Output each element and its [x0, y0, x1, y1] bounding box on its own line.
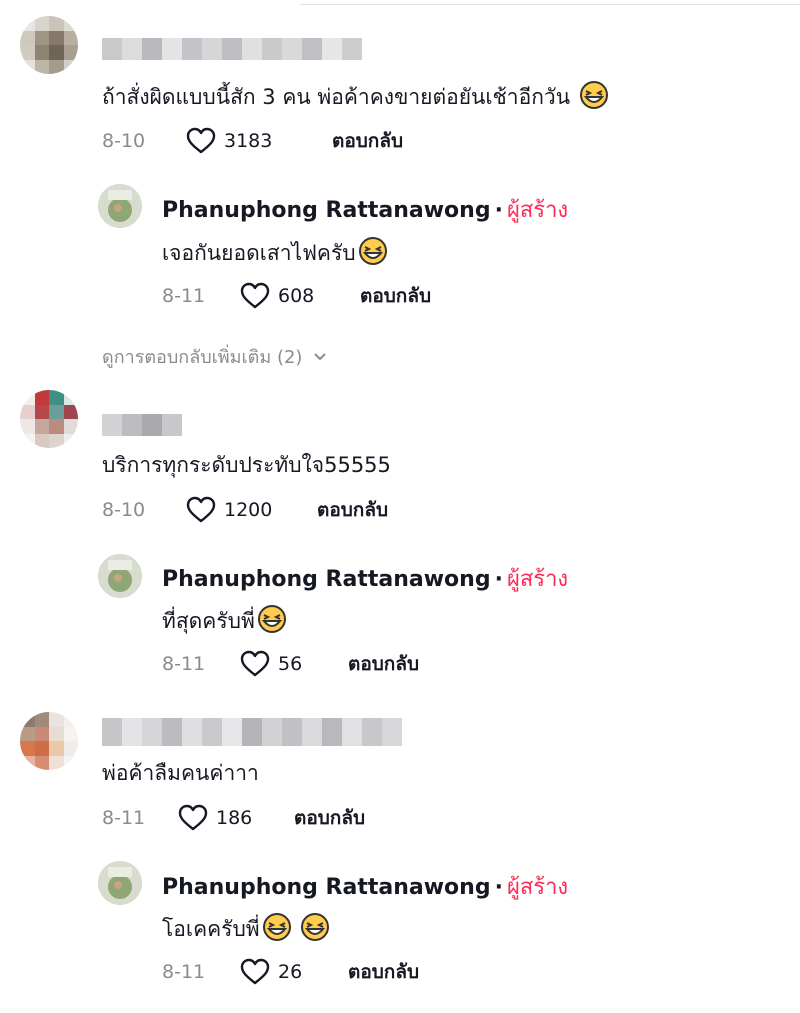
comment-date: 8-11 [102, 807, 146, 829]
reply-button[interactable]: ตอบกลับ [348, 957, 419, 987]
separator-dot: · [494, 875, 503, 900]
comment-meta: 8-10 1200 ตอบกลับ [102, 495, 388, 525]
heart-outline-icon[interactable] [186, 127, 216, 155]
like-count: 186 [216, 807, 253, 829]
creator-avatar[interactable] [98, 554, 142, 598]
reply-date: 8-11 [162, 961, 206, 983]
heart-outline-icon[interactable] [240, 650, 270, 678]
reply-button[interactable]: ตอบกลับ [360, 281, 431, 311]
like-count: 56 [278, 653, 303, 675]
comment-text: พ่อค้าลืมคนค่าาา [102, 758, 259, 788]
comment-text-content: บริการทุกระดับประทับใจ55555 [102, 453, 391, 477]
reply-button[interactable]: ตอบกลับ [348, 649, 419, 679]
divider [300, 4, 800, 5]
heart-outline-icon[interactable] [178, 804, 208, 832]
avatar[interactable] [20, 390, 78, 448]
reply-meta: 8-11 56 ตอบกลับ [162, 649, 419, 679]
reply-date: 8-11 [162, 285, 206, 307]
creator-avatar[interactable] [98, 184, 142, 228]
creator-name[interactable]: Phanuphong Rattanawong [162, 198, 491, 223]
reply-author: Phanuphong Rattanawong · ผู้สร้าง [162, 565, 568, 595]
comment-text-content: ถ้าสั่งผิดแบบนี้สัก 3 คน พ่อค้าคงขายต่อย… [102, 85, 571, 109]
comment-meta: 8-11 186 ตอบกลับ [102, 803, 365, 833]
reply-author: Phanuphong Rattanawong · ผู้สร้าง [162, 196, 568, 226]
reply-text: เจอกันยอดเสาไฟครับ [162, 236, 388, 268]
username-blurred[interactable] [102, 414, 182, 436]
reply-text-content: เจอกันยอดเสาไฟครับ [162, 241, 356, 265]
reply-text: โอเคครับพี่ [162, 912, 330, 944]
reply-button[interactable]: ตอบกลับ [294, 803, 365, 833]
username-blurred[interactable] [102, 718, 402, 746]
creator-avatar[interactable] [98, 861, 142, 905]
reply-date: 8-11 [162, 653, 206, 675]
creator-badge: ผู้สร้าง [506, 567, 569, 592]
avatar[interactable] [20, 16, 78, 74]
avatar[interactable] [20, 712, 78, 770]
reply-text: ที่สุดครับพี่ [162, 604, 287, 636]
username-blurred[interactable] [102, 38, 362, 60]
grinning-squinting-emoji [300, 913, 329, 941]
reply-button[interactable]: ตอบกลับ [332, 126, 403, 156]
like-count: 3183 [224, 130, 273, 152]
like-count: 608 [278, 285, 315, 307]
creator-name[interactable]: Phanuphong Rattanawong [162, 875, 491, 900]
creator-badge: ผู้สร้าง [506, 875, 569, 900]
grinning-squinting-emoji [358, 237, 387, 265]
heart-outline-icon[interactable] [240, 282, 270, 310]
reply-text-content: ที่สุดครับพี่ [162, 609, 255, 633]
reply-text-content: โอเคครับพี่ [162, 917, 260, 941]
grinning-squinting-emoji [257, 605, 286, 633]
reply-meta: 8-11 26 ตอบกลับ [162, 957, 419, 987]
comment-text: ถ้าสั่งผิดแบบนี้สัก 3 คน พ่อค้าคงขายต่อย… [102, 80, 609, 112]
comment-text-content: พ่อค้าลืมคนค่าาา [102, 761, 259, 785]
like-count: 26 [278, 961, 303, 983]
view-more-replies-label: ดูการตอบกลับเพิ่มเติม (2) [102, 346, 303, 368]
comment-text: บริการทุกระดับประทับใจ55555 [102, 450, 391, 480]
heart-outline-icon[interactable] [186, 496, 216, 524]
comment-date: 8-10 [102, 499, 146, 521]
separator-dot: · [494, 567, 503, 592]
separator-dot: · [494, 198, 503, 223]
creator-name[interactable]: Phanuphong Rattanawong [162, 567, 491, 592]
creator-badge: ผู้สร้าง [506, 198, 569, 223]
like-count: 1200 [224, 499, 273, 521]
reply-meta: 8-11 608 ตอบกลับ [162, 281, 431, 311]
reply-button[interactable]: ตอบกลับ [317, 495, 388, 525]
chevron-down-icon [314, 353, 327, 361]
reply-author: Phanuphong Rattanawong · ผู้สร้าง [162, 873, 568, 903]
heart-outline-icon[interactable] [240, 958, 270, 986]
grinning-squinting-emoji [262, 913, 291, 941]
grinning-squinting-emoji [579, 81, 608, 109]
comment-date: 8-10 [102, 130, 146, 152]
comment-meta: 8-10 3183 ตอบกลับ [102, 126, 403, 156]
view-more-replies[interactable]: ดูการตอบกลับเพิ่มเติม (2) [102, 342, 328, 370]
